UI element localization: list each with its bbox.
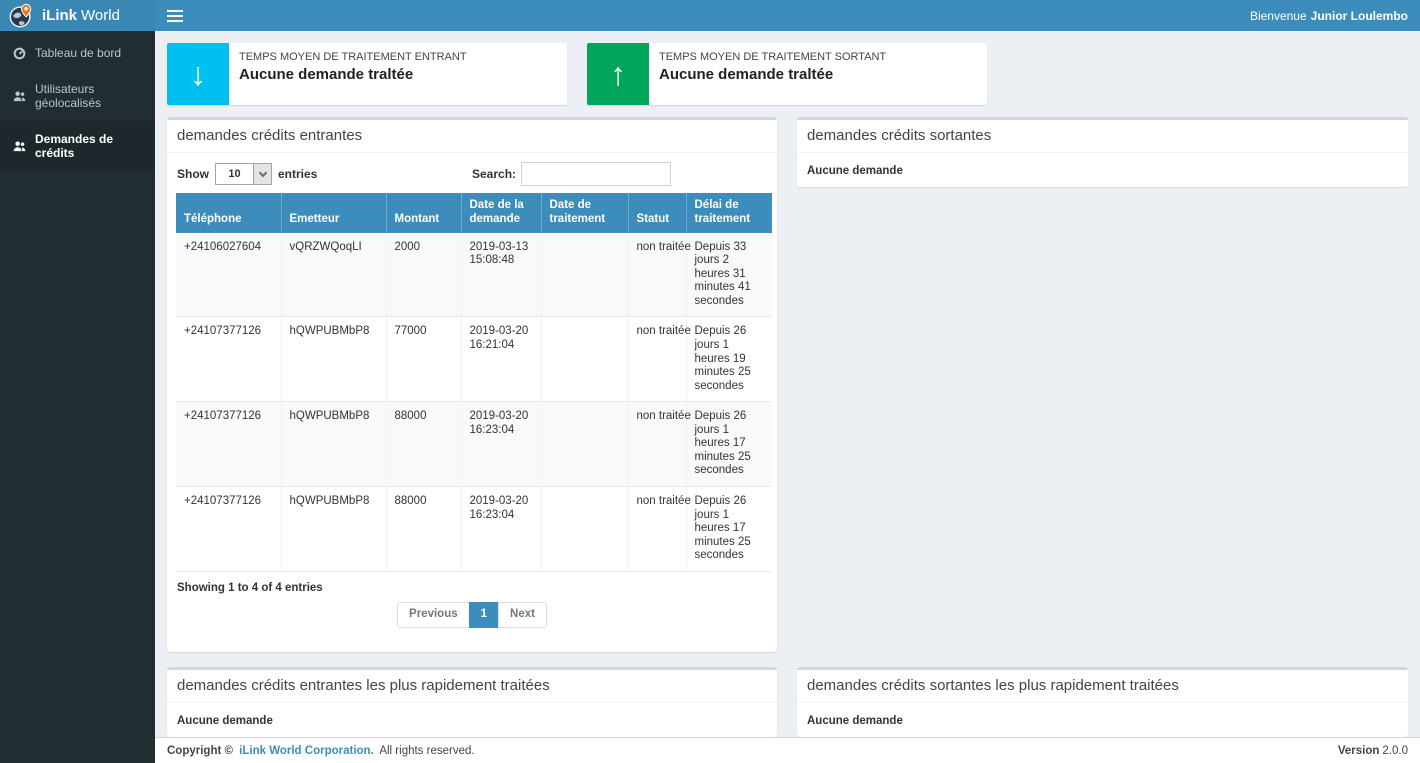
sidebar-item-demandes-de-credits[interactable]: Demandes de crédits [0,121,155,171]
cell-phone: +24107377126 [176,317,281,402]
sidebar-item-label: Utilisateurs géolocalisés [35,82,142,110]
cell-treatment-date [541,317,628,402]
table-row: +24107377126 hQWPUBMbP8 77000 2019-03-20… [176,317,772,402]
cell-treatment-date [541,402,628,487]
page-length-select[interactable]: 10 [215,163,272,185]
empty-message: Aucune demande [807,715,903,727]
chevron-down-icon [253,164,271,184]
cell-amount: 88000 [386,487,461,572]
search-label: Search: [472,167,516,181]
dashboard-icon [13,47,26,60]
brand-logo[interactable]: iLinkWorld [0,0,155,31]
column-header-montant[interactable]: Montant [386,193,461,233]
cell-phone: +24107377126 [176,487,281,572]
cell-amount: 77000 [386,317,461,402]
brand-title: iLinkWorld [42,7,120,24]
cell-delay: Depuis 26 jours 1 heures 17 minutes 25 s… [686,402,772,487]
table-info-text: Showing 1 to 4 of 4 entries [177,582,767,594]
cell-emitter: vQRZWQoqLI [281,233,386,317]
cell-delay: Depuis 26 jours 1 heures 17 minutes 25 s… [686,487,772,572]
arrow-down-icon: ↓ [167,43,229,105]
panel-title: demandes crédits entrantes les plus rapi… [167,670,777,703]
cell-emitter: hQWPUBMbP8 [281,402,386,487]
version-label: Version [1338,745,1380,757]
cell-treatment-date [541,487,628,572]
cell-request-date: 2019-03-20 16:23:04 [461,487,541,572]
panel-demandes-sortantes: demandes crédits sortantes Aucune demand… [797,117,1408,187]
column-header-statut[interactable]: Statut [628,193,686,233]
panel-entrantes-rapidement: demandes crédits entrantes les plus rapi… [167,667,777,737]
table-header-row: Téléphone Emetteur Montant Date de la de… [176,193,772,233]
sidebar-toggle-icon[interactable] [167,10,183,22]
arrow-up-icon: ↑ [587,43,649,105]
table-row: +24107377126 hQWPUBMbP8 88000 2019-03-20… [176,402,772,487]
sidebar-item-label: Demandes de crédits [35,132,142,160]
navbar-right-area: BienvenueJunior Loulembo [155,0,1420,31]
empty-message: Aucune demande [807,165,903,177]
cell-status: non traitée [628,233,686,317]
copyright-text: Copyright © [167,745,233,757]
cell-treatment-date [541,233,628,317]
panel-sortantes-rapidement: demandes crédits sortantes les plus rapi… [797,667,1408,737]
app-window: iLinkWorld BienvenueJunior Loulembo Tabl… [0,0,1420,763]
cell-emitter: hQWPUBMbP8 [281,317,386,402]
panel-title: demandes crédits sortantes les plus rapi… [797,670,1408,703]
panel-demandes-entrantes: demandes crédits entrantes Show 10 entri… [167,117,777,652]
empty-message: Aucune demande [177,715,273,727]
users-icon [13,140,26,153]
sidebar-nav: Tableau de bord Utilisateurs géolocalisé… [0,31,155,763]
stat-card-value: Aucune demande traltée [659,66,886,83]
panel-title: demandes crédits sortantes [797,120,1408,153]
column-header-telephone[interactable]: Téléphone [176,193,281,233]
main-content: ↓ TEMPS MOYEN DE TRAITEMENT ENTRANT Aucu… [155,31,1420,737]
stat-card-sortant: ↑ TEMPS MOYEN DE TRAITEMENT SORTANT Aucu… [587,43,987,105]
sidebar-item-utilisateurs-geolocalises[interactable]: Utilisateurs géolocalisés [0,71,155,121]
cell-request-date: 2019-03-20 16:23:04 [461,402,541,487]
entries-label: entries [278,167,317,181]
column-header-emetteur[interactable]: Emetteur [281,193,386,233]
table-row: +24107377126 hQWPUBMbP8 88000 2019-03-20… [176,487,772,572]
cell-status: non traitée [628,402,686,487]
welcome-message: BienvenueJunior Loulembo [1250,9,1408,23]
pagination-previous-button[interactable]: Previous [397,602,470,628]
stat-card-value: Aucune demande traltée [239,66,467,83]
cell-delay: Depuis 26 jours 1 heures 19 minutes 25 s… [686,317,772,402]
pagination: Previous 1 Next [177,602,767,628]
page-footer: Copyright © iLink World Corporation. All… [155,737,1420,763]
pagination-page-1-button[interactable]: 1 [469,602,499,628]
version-number: 2.0.0 [1382,745,1408,757]
pagination-next-button[interactable]: Next [498,602,547,628]
column-header-date-demande[interactable]: Date de la demande [461,193,541,233]
stat-card-label: TEMPS MOYEN DE TRAITEMENT ENTRANT [239,51,467,63]
rights-text: All rights reserved. [379,745,474,757]
top-navbar: iLinkWorld BienvenueJunior Loulembo [0,0,1420,31]
cell-phone: +24107377126 [176,402,281,487]
column-header-date-traitement[interactable]: Date de traitement [541,193,628,233]
cell-phone: +24106027604 [176,233,281,317]
cell-request-date: 2019-03-13 15:08:48 [461,233,541,317]
stat-card-label: TEMPS MOYEN DE TRAITEMENT SORTANT [659,51,886,63]
globe-pin-logo-icon [8,3,34,29]
cell-status: non traitée [628,487,686,572]
cell-delay: Depuis 33 jours 2 heures 31 minutes 41 s… [686,233,772,317]
column-header-delai[interactable]: Délai de traitement [686,193,772,233]
company-link[interactable]: iLink World Corporation. [239,745,374,757]
stat-card-entrant: ↓ TEMPS MOYEN DE TRAITEMENT ENTRANT Aucu… [167,43,567,105]
cell-amount: 88000 [386,402,461,487]
demandes-entrantes-table: Téléphone Emetteur Montant Date de la de… [176,193,772,572]
search-input[interactable] [521,162,671,186]
panel-title: demandes crédits entrantes [167,120,777,153]
table-row: +24106027604 vQRZWQoqLI 2000 2019-03-13 … [176,233,772,317]
show-label: Show [177,167,209,181]
cell-request-date: 2019-03-20 16:21:04 [461,317,541,402]
sidebar-item-tableau-de-bord[interactable]: Tableau de bord [0,35,155,71]
users-icon [13,90,26,103]
cell-status: non traitée [628,317,686,402]
cell-emitter: hQWPUBMbP8 [281,487,386,572]
cell-amount: 2000 [386,233,461,317]
sidebar-item-label: Tableau de bord [35,46,121,60]
